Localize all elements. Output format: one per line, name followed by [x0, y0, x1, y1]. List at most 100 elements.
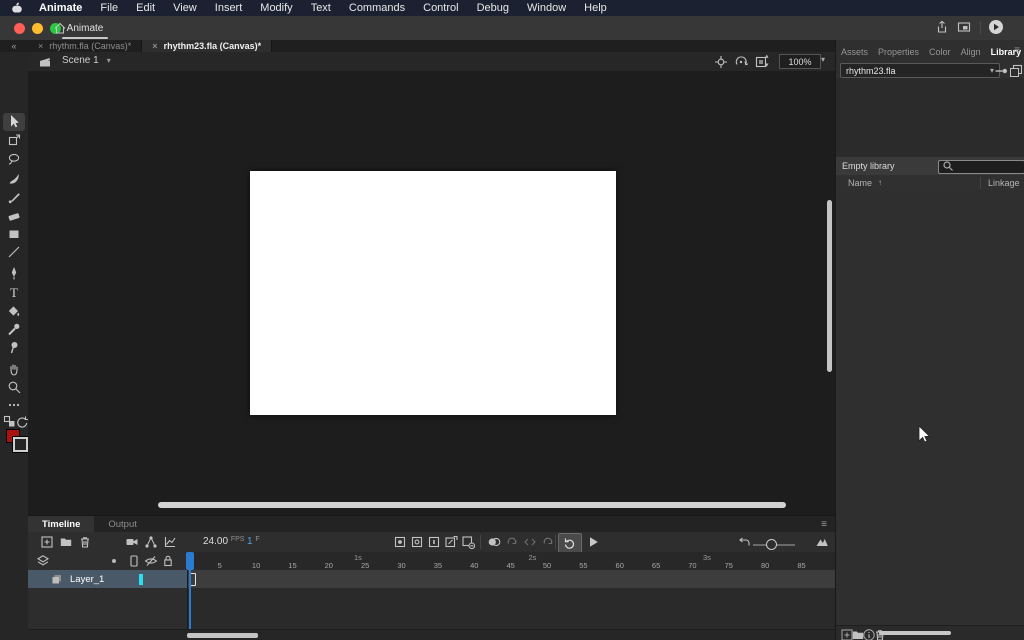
- menu-item-help[interactable]: Help: [575, 2, 616, 14]
- menu-item-edit[interactable]: Edit: [127, 2, 164, 14]
- visibility-column-icon[interactable]: [144, 554, 158, 568]
- layer-outline-color-swatch[interactable]: [139, 574, 143, 585]
- playhead[interactable]: [186, 552, 194, 570]
- zoom-stepper[interactable]: ▴ ▾: [765, 52, 769, 70]
- insert-keyframe-icon[interactable]: [393, 535, 407, 549]
- canvas-vertical-scrollbar[interactable]: [827, 200, 832, 372]
- reset-colors-icon[interactable]: [15, 415, 29, 429]
- current-frame-display[interactable]: 1 F: [247, 536, 260, 547]
- lasso-tool-icon[interactable]: [7, 152, 21, 166]
- add-camera-icon[interactable]: [125, 535, 139, 549]
- menu-item-insert[interactable]: Insert: [206, 2, 252, 14]
- free-transform-tool-icon[interactable]: [7, 133, 21, 147]
- new-layer-icon[interactable]: [40, 535, 54, 549]
- hand-tool-icon[interactable]: [7, 362, 21, 376]
- library-horizontal-scrollbar[interactable]: [879, 631, 951, 635]
- reset-timeline-zoom-icon[interactable]: [737, 535, 751, 549]
- play-button-icon[interactable]: [586, 535, 600, 549]
- fluid-brush-tool-icon[interactable]: [7, 172, 21, 186]
- canvas-horizontal-scrollbar[interactable]: [158, 502, 786, 508]
- menu-item-view[interactable]: View: [164, 2, 206, 14]
- timeline-tab-timeline[interactable]: Timeline: [28, 516, 94, 532]
- classic-brush-tool-icon[interactable]: [7, 191, 21, 205]
- panel-tab-align[interactable]: Align: [956, 47, 986, 57]
- zoom-dropdown-chevron-icon[interactable]: ▾: [821, 55, 825, 64]
- layer-row[interactable]: Layer_1: [28, 570, 187, 588]
- remove-frames-icon[interactable]: [461, 535, 475, 549]
- panel-tab-assets[interactable]: Assets: [836, 47, 873, 57]
- paint-bucket-tool-icon[interactable]: [7, 304, 21, 318]
- center-stage-icon[interactable]: [714, 55, 728, 69]
- menu-item-control[interactable]: Control: [414, 2, 467, 14]
- eraser-tool-icon[interactable]: [7, 209, 21, 223]
- document-tab-2[interactable]: ×rhythm23.fla (Canvas)*: [142, 40, 272, 52]
- pen-tool-icon[interactable]: [7, 266, 21, 280]
- stage-canvas[interactable]: [250, 171, 616, 415]
- layers-stack-icon[interactable]: [36, 554, 50, 568]
- timeline-horizontal-scrollbar[interactable]: [28, 629, 835, 640]
- stroke-color-swatch[interactable]: [13, 437, 28, 452]
- onion-skin-icon[interactable]: [487, 535, 501, 549]
- auto-keyframe-icon[interactable]: [444, 535, 458, 549]
- asset-warp-tool-icon[interactable]: [7, 340, 21, 354]
- layer-parenting-icon[interactable]: [144, 535, 158, 549]
- menu-item-file[interactable]: File: [91, 2, 127, 14]
- library-item-list[interactable]: [836, 191, 1024, 625]
- library-search-input[interactable]: [938, 160, 1024, 174]
- layer-frames-row[interactable]: [187, 570, 835, 589]
- frame-rate-display[interactable]: 24.00 FPS: [203, 536, 244, 547]
- workspace-tab-animate[interactable]: Animate: [62, 18, 108, 38]
- minimize-window-button[interactable]: [32, 23, 43, 34]
- menu-item-commands[interactable]: Commands: [340, 2, 414, 14]
- share-icon[interactable]: [935, 20, 949, 34]
- apple-icon[interactable]: [10, 1, 24, 15]
- onion-skin-outline-icon[interactable]: [541, 535, 555, 549]
- test-movie-play-icon[interactable]: [988, 19, 1004, 35]
- onion-skin-range-icon[interactable]: [523, 535, 537, 549]
- new-library-panel-icon[interactable]: [1009, 64, 1023, 78]
- device-preview-icon[interactable]: [957, 20, 971, 34]
- collapse-toolbar-icon[interactable]: «: [0, 40, 28, 52]
- new-layer-folder-icon[interactable]: [59, 535, 73, 549]
- close-window-button[interactable]: [14, 23, 25, 34]
- menu-item-animate[interactable]: Animate: [30, 2, 91, 14]
- zoom-tool-icon[interactable]: [7, 380, 21, 394]
- eyedropper-tool-icon[interactable]: [7, 322, 21, 336]
- close-tab-icon[interactable]: ×: [152, 41, 157, 51]
- rectangle-tool-icon[interactable]: [7, 227, 21, 241]
- menu-item-debug[interactable]: Debug: [468, 2, 518, 14]
- line-tool-icon[interactable]: [7, 245, 21, 259]
- timeline-tab-output[interactable]: Output: [94, 516, 151, 532]
- pin-library-icon[interactable]: [994, 64, 1008, 78]
- column-divider[interactable]: [980, 177, 981, 189]
- stepper-up-icon[interactable]: ▴: [765, 53, 769, 60]
- close-tab-icon[interactable]: ×: [38, 41, 43, 51]
- rotate-stage-icon[interactable]: [734, 55, 748, 69]
- menu-item-window[interactable]: Window: [518, 2, 575, 14]
- loop-playback-button[interactable]: [558, 533, 582, 553]
- menu-item-modify[interactable]: Modify: [251, 2, 301, 14]
- timeline-zoom-slider-knob[interactable]: [766, 539, 777, 550]
- column-linkage[interactable]: Linkage: [988, 178, 1020, 188]
- timeline-scrollbar-thumb[interactable]: [187, 633, 258, 638]
- outline-column-icon[interactable]: [127, 554, 141, 568]
- more-tools-icon[interactable]: [7, 398, 21, 412]
- timeline-ruler[interactable]: 5101520253035404550556065707580851s2s3s: [187, 552, 835, 571]
- document-tab-1[interactable]: ×rhythm.fla (Canvas)*: [28, 40, 142, 52]
- scene-breadcrumb[interactable]: Scene 1 ▾: [62, 55, 111, 66]
- delete-layer-icon[interactable]: [78, 535, 92, 549]
- panel-tab-color[interactable]: Color: [924, 47, 956, 57]
- pasteboard[interactable]: [28, 71, 835, 515]
- zoom-level-input[interactable]: 100%: [779, 54, 821, 69]
- library-document-select[interactable]: rhythm23.fla ▾: [840, 63, 1000, 78]
- timeline-zoom-fit-icon[interactable]: [815, 535, 829, 549]
- highlight-column-icon[interactable]: [112, 559, 116, 563]
- column-name[interactable]: Name: [848, 178, 872, 188]
- frames-empty-area[interactable]: [187, 588, 835, 629]
- layer-name[interactable]: Layer_1: [70, 574, 104, 585]
- text-tool-icon[interactable]: T: [7, 285, 21, 299]
- panel-menu-icon[interactable]: ≡: [1014, 46, 1020, 56]
- insert-frame-icon[interactable]: [427, 535, 441, 549]
- selection-tool-icon[interactable]: [7, 114, 21, 128]
- panel-tab-properties[interactable]: Properties: [873, 47, 924, 57]
